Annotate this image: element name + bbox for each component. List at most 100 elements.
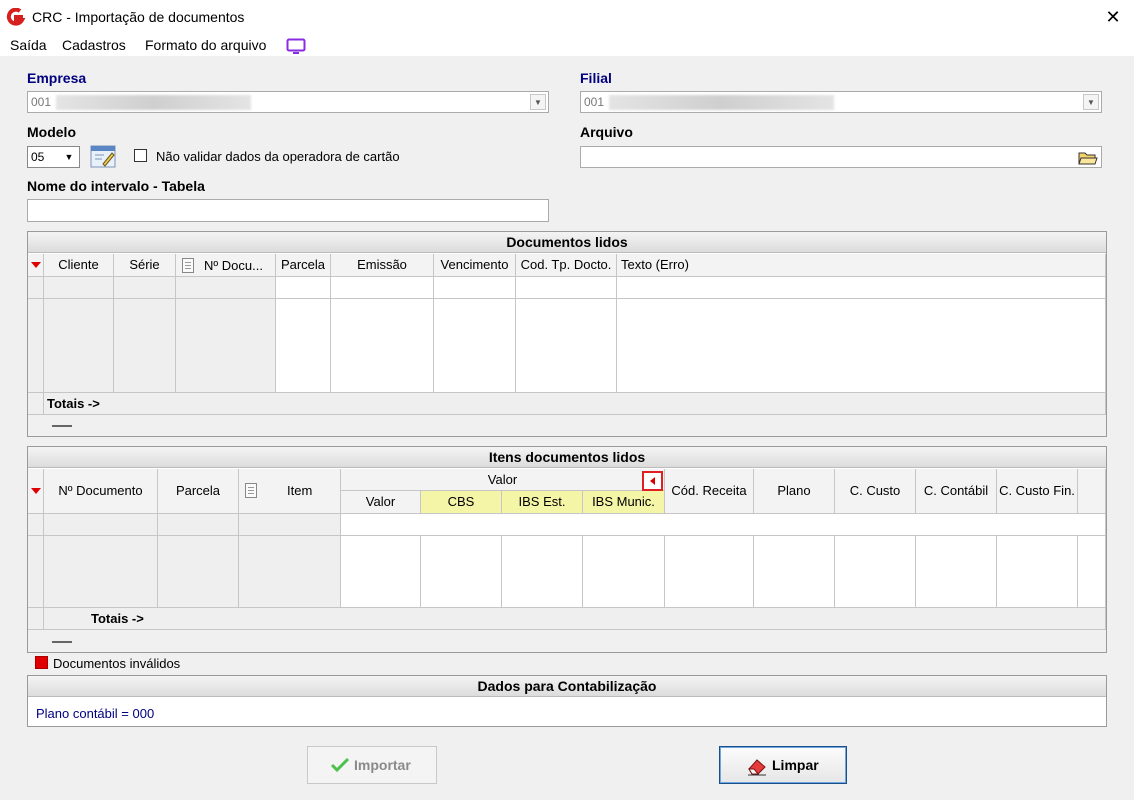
filter-cell[interactable] [276,277,331,299]
collapse-group-button[interactable] [642,471,663,491]
body-column [516,299,617,393]
eraser-icon [748,759,766,776]
chevron-down-icon[interactable]: ▼ [61,149,77,165]
window-title: CRC - Importação de documentos [32,9,245,25]
filter-cell[interactable] [516,277,617,299]
body-column [617,299,1106,393]
col-serie[interactable]: Série [114,254,176,277]
filial-select[interactable]: 001 ▼ [580,91,1102,113]
intervalo-label: Nome do intervalo - Tabela [27,178,205,194]
row-indicator-header [28,469,44,514]
itens-documentos-grid: Itens documentos lidos Nº Documento Parc… [27,446,1107,653]
arquivo-field[interactable] [580,146,1102,168]
col-parcela[interactable]: Parcela [158,469,239,514]
body-column [583,536,665,608]
totals-indicator [28,393,44,415]
filter-cell[interactable] [617,277,1106,299]
body-column [421,536,502,608]
body-column [44,299,114,393]
limpar-button[interactable]: Limpar [719,746,847,784]
grid-footer [28,415,1106,436]
group-valor-header: Valor [341,469,665,491]
invalid-legend-swatch [35,656,48,669]
col-emissao[interactable]: Emissão [331,254,434,277]
filter-cell[interactable] [239,514,341,536]
modelo-label: Modelo [27,124,76,140]
col-parcela[interactable]: Parcela [276,254,331,277]
app-logo-icon [6,8,26,26]
body-column [434,299,516,393]
redacted-text [609,95,834,110]
menu-saida[interactable]: Saída [10,37,47,53]
totals-label: Totais -> [91,611,144,626]
document-icon [182,258,194,273]
filter-indicator [28,514,44,536]
body-column [176,299,276,393]
importar-button[interactable]: Importar [307,746,437,784]
filter-cell[interactable] [114,277,176,299]
col-valor[interactable]: Valor [341,491,421,514]
resize-handle[interactable] [52,425,72,427]
col-vencimento[interactable]: Vencimento [434,254,516,277]
col-c-custo[interactable]: C. Custo [835,469,916,514]
body-column [1078,536,1106,608]
document-icon [245,483,257,498]
grid-footer [28,630,1106,652]
col-cbs[interactable]: CBS [421,491,502,514]
contabilizacao-panel: Dados para Contabilização Plano contábil… [27,675,1107,727]
row-indicator-header [28,254,44,277]
filter-cell[interactable] [176,277,276,299]
col-nr-documento[interactable]: Nº Documento [44,469,158,514]
body-column [239,536,341,608]
col-ibs-est[interactable]: IBS Est. [502,491,583,514]
close-button[interactable]: ✕ [1100,4,1126,30]
empresa-label: Empresa [27,70,87,86]
body-column [916,536,997,608]
sort-marker-icon [31,262,41,268]
validate-checkbox[interactable] [134,149,147,162]
col-cliente[interactable]: Cliente [44,254,114,277]
filter-cell[interactable] [44,277,114,299]
body-column [331,299,434,393]
folder-open-icon[interactable] [1078,149,1098,166]
col-plano[interactable]: Plano [754,469,835,514]
redacted-text [56,95,251,110]
col-nr-docu[interactable]: Nº Docu... [176,254,276,277]
empresa-value: 001 [31,95,52,109]
monitor-icon[interactable] [286,38,306,54]
filter-cell[interactable] [331,277,434,299]
col-cod-receita[interactable]: Cód. Receita [665,469,754,514]
col-c-contabil[interactable]: C. Contábil [916,469,997,514]
col-cod-tp-docto[interactable]: Cod. Tp. Docto. [516,254,617,277]
body-column [114,299,176,393]
modelo-select[interactable]: 05 ▼ [27,146,80,168]
itens-documentos-title: Itens documentos lidos [28,447,1106,468]
col-texto-erro[interactable]: Texto (Erro) [617,254,1106,277]
col-ibs-munic[interactable]: IBS Munic. [583,491,665,514]
filter-cell[interactable] [434,277,516,299]
resize-handle[interactable] [52,641,72,643]
totals-label: Totais -> [47,396,100,411]
menu-formato-arquivo[interactable]: Formato do arquivo [145,37,266,53]
col-c-custo-fin[interactable]: C. Custo Fin. [997,469,1078,514]
filter-cell[interactable] [341,514,1106,536]
empresa-select[interactable]: 001 ▼ [27,91,549,113]
col-item[interactable]: Item [239,469,341,514]
filter-cell[interactable] [158,514,239,536]
intervalo-input[interactable] [27,199,549,222]
arquivo-label: Arquivo [580,124,633,140]
filial-label: Filial [580,70,612,86]
filter-cell[interactable] [44,514,158,536]
edit-model-icon[interactable] [90,144,116,168]
chevron-down-icon[interactable]: ▼ [530,94,546,110]
col-filler [1078,469,1106,514]
validate-checkbox-label: Não validar dados da operadora de cartão [156,149,400,164]
body-column [665,536,754,608]
row-indicator-column [28,536,44,608]
body-column [341,536,421,608]
menu-cadastros[interactable]: Cadastros [62,37,126,53]
body-column [835,536,916,608]
body-column [754,536,835,608]
body-column [502,536,583,608]
chevron-down-icon[interactable]: ▼ [1083,94,1099,110]
